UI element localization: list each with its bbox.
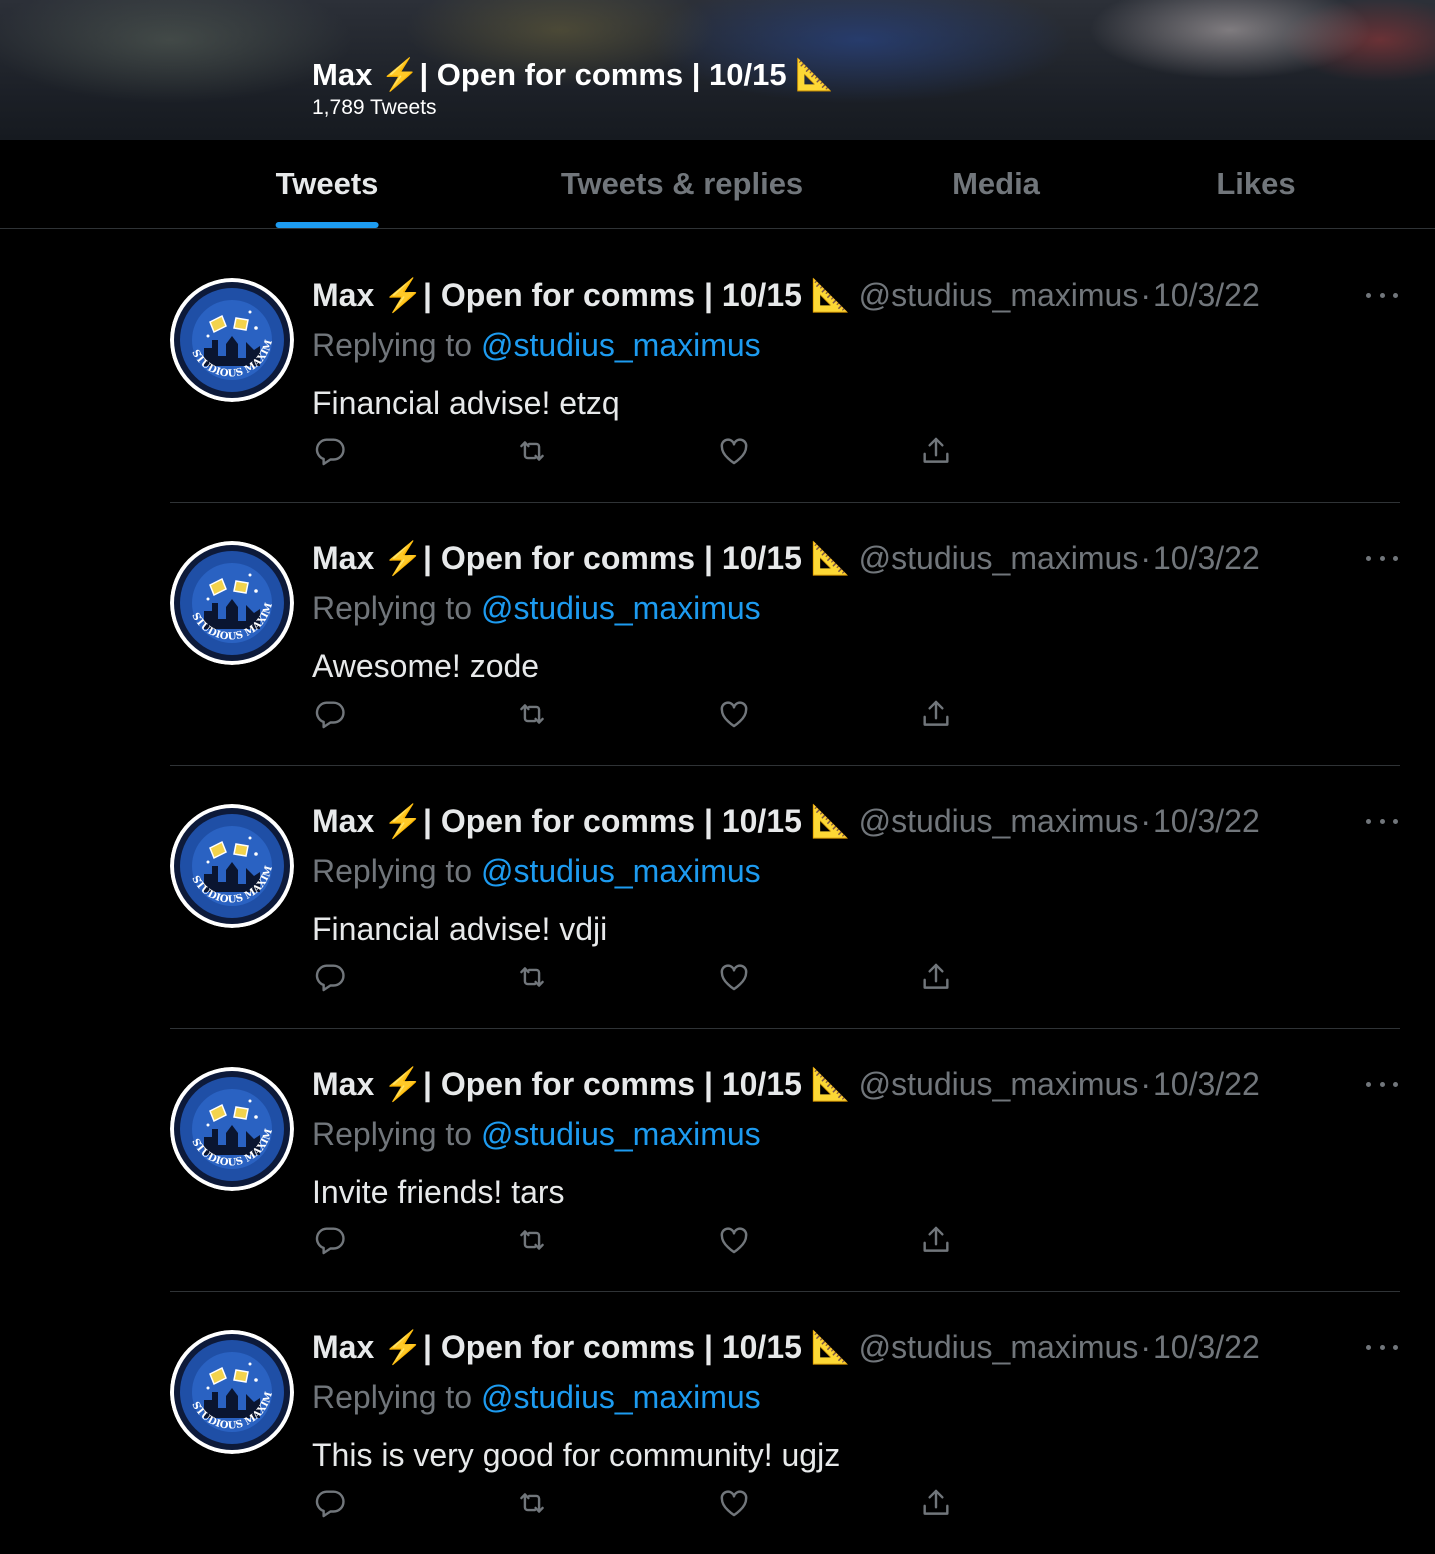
more-icon[interactable] bbox=[1366, 546, 1398, 570]
tab-tweets[interactable]: Tweets bbox=[275, 140, 379, 228]
tweet-text: Financial advise! etzq bbox=[312, 385, 620, 421]
replying-to-link[interactable]: @studius_maximus bbox=[481, 1116, 761, 1152]
replying-to-link[interactable]: @studius_maximus bbox=[481, 853, 761, 889]
tab-label: Tweets & replies bbox=[560, 166, 804, 201]
heart-icon[interactable] bbox=[716, 696, 752, 732]
author-display-name[interactable]: Max ⚡️| Open for comms | 10/15 📐 bbox=[312, 803, 851, 839]
author-display-name[interactable]: Max ⚡️| Open for comms | 10/15 📐 bbox=[312, 1066, 851, 1102]
avatar[interactable]: STUDIOUS MAXIMUS bbox=[170, 278, 294, 402]
author-display-name[interactable]: Max ⚡️| Open for comms | 10/15 📐 bbox=[312, 277, 851, 313]
replying-to-prefix: Replying to bbox=[312, 1379, 473, 1415]
replying-to-link[interactable]: @studius_maximus bbox=[481, 590, 761, 626]
profile-tabs: Tweets Tweets & replies Media Likes bbox=[0, 140, 1435, 229]
replying-to-line: Replying to @studius_maximus bbox=[312, 1114, 761, 1154]
author-display-name[interactable]: Max ⚡️| Open for comms | 10/15 📐 bbox=[312, 540, 851, 576]
tweet-header: Max ⚡️| Open for comms | 10/15 📐 @studius… bbox=[312, 801, 1260, 841]
tab-tweets-and-replies[interactable]: Tweets & replies bbox=[561, 140, 803, 228]
reply-icon[interactable] bbox=[312, 696, 348, 732]
separator-dot: · bbox=[1140, 277, 1151, 313]
replying-to-line: Replying to @studius_maximus bbox=[312, 325, 761, 365]
tweet-item[interactable]: STUDIOUS MAXIMUS Max ⚡️| Open for comms |… bbox=[170, 1028, 1400, 1292]
author-display-name[interactable]: Max ⚡️| Open for comms | 10/15 📐 bbox=[312, 1329, 851, 1365]
tweet-date[interactable]: 10/3/22 bbox=[1153, 1329, 1260, 1365]
separator-dot: · bbox=[1140, 540, 1151, 576]
retweet-icon[interactable] bbox=[514, 696, 550, 732]
tab-label: Tweets bbox=[275, 166, 379, 201]
more-icon[interactable] bbox=[1366, 283, 1398, 307]
tweet-date[interactable]: 10/3/22 bbox=[1153, 540, 1260, 576]
retweet-icon[interactable] bbox=[514, 1222, 550, 1258]
replying-to-link[interactable]: @studius_maximus bbox=[481, 327, 761, 363]
replying-to-link[interactable]: @studius_maximus bbox=[481, 1379, 761, 1415]
tweet-item[interactable]: STUDIOUS MAXIMUS Max ⚡️| Open for comms |… bbox=[170, 239, 1400, 503]
tweet-header: Max ⚡️| Open for comms | 10/15 📐 @studius… bbox=[312, 1327, 1260, 1367]
tweet-text: Financial advise! vdji bbox=[312, 911, 608, 947]
tweet-text: Awesome! zode bbox=[312, 648, 540, 684]
share-icon[interactable] bbox=[918, 1222, 954, 1258]
more-icon[interactable] bbox=[1366, 1335, 1398, 1359]
tweet-item[interactable]: STUDIOUS MAXIMUS Max ⚡️| Open for comms |… bbox=[170, 1291, 1400, 1554]
heart-icon[interactable] bbox=[716, 959, 752, 995]
share-icon[interactable] bbox=[918, 433, 954, 469]
more-icon[interactable] bbox=[1366, 1072, 1398, 1096]
separator-dot: · bbox=[1140, 1329, 1151, 1365]
tweet-date[interactable]: 10/3/22 bbox=[1153, 803, 1260, 839]
avatar[interactable]: STUDIOUS MAXIMUS bbox=[170, 1067, 294, 1191]
header-display-name: Max ⚡️| Open for comms | 10/15 📐 bbox=[312, 57, 834, 92]
tweet-date[interactable]: 10/3/22 bbox=[1153, 277, 1260, 313]
heart-icon[interactable] bbox=[716, 1485, 752, 1521]
replying-to-prefix: Replying to bbox=[312, 590, 473, 626]
reply-icon[interactable] bbox=[312, 1222, 348, 1258]
author-handle[interactable]: @studius_maximus bbox=[859, 1066, 1139, 1102]
tweet-header: Max ⚡️| Open for comms | 10/15 📐 @studius… bbox=[312, 538, 1260, 578]
retweet-icon[interactable] bbox=[514, 1485, 550, 1521]
heart-icon[interactable] bbox=[716, 433, 752, 469]
tab-label: Likes bbox=[1216, 166, 1296, 201]
tweet-text: This is very good for community! ugjz bbox=[312, 1437, 841, 1473]
author-handle[interactable]: @studius_maximus bbox=[859, 540, 1139, 576]
replying-to-prefix: Replying to bbox=[312, 327, 473, 363]
avatar[interactable]: STUDIOUS MAXIMUS bbox=[170, 804, 294, 928]
active-tab-indicator bbox=[275, 222, 379, 228]
replying-to-prefix: Replying to bbox=[312, 853, 473, 889]
retweet-icon[interactable] bbox=[514, 433, 550, 469]
tab-media[interactable]: Media bbox=[952, 140, 1040, 228]
share-icon[interactable] bbox=[918, 1485, 954, 1521]
tweet-header: Max ⚡️| Open for comms | 10/15 📐 @studius… bbox=[312, 1064, 1260, 1104]
heart-icon[interactable] bbox=[716, 1222, 752, 1258]
more-icon[interactable] bbox=[1366, 809, 1398, 833]
avatar[interactable]: STUDIOUS MAXIMUS bbox=[170, 1330, 294, 1454]
tab-likes[interactable]: Likes bbox=[1216, 140, 1295, 228]
separator-dot: · bbox=[1140, 1066, 1151, 1102]
reply-icon[interactable] bbox=[312, 959, 348, 995]
tweet-header: Max ⚡️| Open for comms | 10/15 📐 @studius… bbox=[312, 275, 1260, 315]
avatar[interactable]: STUDIOUS MAXIMUS bbox=[170, 541, 294, 665]
share-icon[interactable] bbox=[918, 696, 954, 732]
tweet-item[interactable]: STUDIOUS MAXIMUS Max ⚡️| Open for comms |… bbox=[170, 765, 1400, 1029]
separator-dot: · bbox=[1140, 803, 1151, 839]
replying-to-prefix: Replying to bbox=[312, 1116, 473, 1152]
replying-to-line: Replying to @studius_maximus bbox=[312, 851, 761, 891]
profile-header: Max ⚡️| Open for comms | 10/15 📐 1,789 T… bbox=[0, 0, 1435, 140]
reply-icon[interactable] bbox=[312, 433, 348, 469]
tab-label: Media bbox=[952, 166, 1040, 201]
replying-to-line: Replying to @studius_maximus bbox=[312, 1377, 761, 1417]
author-handle[interactable]: @studius_maximus bbox=[859, 277, 1139, 313]
tweet-date[interactable]: 10/3/22 bbox=[1153, 1066, 1260, 1102]
header-tweet-count: 1,789 Tweets bbox=[312, 96, 437, 119]
reply-icon[interactable] bbox=[312, 1485, 348, 1521]
author-handle[interactable]: @studius_maximus bbox=[859, 1329, 1139, 1365]
tweet-text: Invite friends! tars bbox=[312, 1174, 565, 1210]
share-icon[interactable] bbox=[918, 959, 954, 995]
retweet-icon[interactable] bbox=[514, 959, 550, 995]
tweet-item[interactable]: STUDIOUS MAXIMUS Max ⚡️| Open for comms |… bbox=[170, 502, 1400, 766]
author-handle[interactable]: @studius_maximus bbox=[859, 803, 1139, 839]
replying-to-line: Replying to @studius_maximus bbox=[312, 588, 761, 628]
